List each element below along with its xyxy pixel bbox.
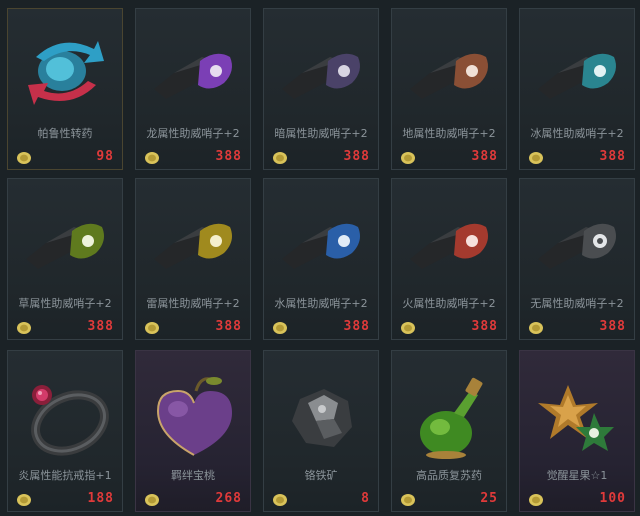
item-name: 地属性助威哨子+2 bbox=[402, 127, 496, 140]
item-name: 帕鲁性转药 bbox=[37, 127, 93, 140]
item-price: 388 bbox=[599, 149, 626, 164]
electric-whistle-icon bbox=[154, 223, 232, 269]
item-price: 188 bbox=[87, 491, 114, 506]
item-price: 100 bbox=[599, 491, 626, 506]
item-price: 98 bbox=[96, 149, 114, 164]
item-name: 觉醒星果☆1 bbox=[546, 469, 608, 482]
bond-peach-icon bbox=[156, 377, 232, 456]
gold-coin-icon bbox=[145, 152, 159, 164]
neutral-whistle-icon bbox=[538, 223, 616, 269]
gold-coin-icon bbox=[273, 152, 287, 164]
shop-item-dragon-whistle[interactable]: 龙属性助威哨子+2 388 bbox=[135, 8, 251, 170]
dragon-whistle-icon bbox=[154, 53, 232, 99]
gold-coin-icon bbox=[529, 494, 543, 506]
item-price: 25 bbox=[480, 491, 498, 506]
gold-coin-icon bbox=[273, 322, 287, 334]
shop-item-gender-swap-potion[interactable]: 帕鲁性转药 98 bbox=[7, 8, 123, 170]
shop-item-electric-whistle[interactable]: 雷属性助威哨子+2 388 bbox=[135, 178, 251, 340]
item-price: 388 bbox=[343, 149, 370, 164]
gold-coin-icon bbox=[273, 494, 287, 506]
item-name: 冰属性助威哨子+2 bbox=[530, 127, 624, 140]
fire-resistance-ring-icon bbox=[31, 385, 109, 456]
shop-item-revival-potion[interactable]: 高品质复苏药 25 bbox=[391, 350, 507, 512]
dark-whistle-icon bbox=[282, 53, 360, 99]
item-price: 388 bbox=[471, 149, 498, 164]
shop-item-bond-peach[interactable]: 羁绊宝桃 268 bbox=[135, 350, 251, 512]
item-name: 雷属性助威哨子+2 bbox=[146, 297, 240, 310]
ice-whistle-icon bbox=[538, 53, 616, 99]
gold-coin-icon bbox=[17, 494, 31, 506]
gold-coin-icon bbox=[529, 152, 543, 164]
shop-item-ice-whistle[interactable]: 冰属性助威哨子+2 388 bbox=[519, 8, 635, 170]
gold-coin-icon bbox=[145, 494, 159, 506]
shop-item-neutral-whistle[interactable]: 无属性助威哨子+2 388 bbox=[519, 178, 635, 340]
gender-swap-potion-icon bbox=[28, 41, 104, 105]
shop-grid: 帕鲁性转药 98 龙属性助威哨子+2 388 暗属性助威哨子+2 388 地属性… bbox=[0, 0, 640, 516]
shop-item-fire-resistance-ring[interactable]: 炎属性能抗戒指+1 188 bbox=[7, 350, 123, 512]
grass-whistle-icon bbox=[26, 223, 104, 269]
item-name: 无属性助威哨子+2 bbox=[530, 297, 624, 310]
item-name: 草属性助威哨子+2 bbox=[18, 297, 112, 310]
fire-whistle-icon bbox=[410, 223, 488, 269]
shop-item-chromite-ore[interactable]: 铬铁矿 8 bbox=[263, 350, 379, 512]
item-price: 388 bbox=[215, 149, 242, 164]
item-price: 268 bbox=[215, 491, 242, 506]
item-name: 火属性助威哨子+2 bbox=[402, 297, 496, 310]
gold-coin-icon bbox=[529, 322, 543, 334]
water-whistle-icon bbox=[282, 223, 360, 269]
awakening-star-fruit-icon bbox=[538, 385, 614, 451]
item-price: 388 bbox=[471, 319, 498, 334]
gold-coin-icon bbox=[401, 322, 415, 334]
item-price: 388 bbox=[599, 319, 626, 334]
gold-coin-icon bbox=[145, 322, 159, 334]
item-price: 388 bbox=[215, 319, 242, 334]
ground-whistle-icon bbox=[410, 53, 488, 99]
gold-coin-icon bbox=[17, 152, 31, 164]
item-name: 暗属性助威哨子+2 bbox=[274, 127, 368, 140]
gold-coin-icon bbox=[401, 494, 415, 506]
shop-item-grass-whistle[interactable]: 草属性助威哨子+2 388 bbox=[7, 178, 123, 340]
item-price: 388 bbox=[87, 319, 114, 334]
shop-item-awakening-star-fruit[interactable]: 觉醒星果☆1 100 bbox=[519, 350, 635, 512]
revival-potion-icon bbox=[420, 377, 483, 459]
chromite-ore-icon bbox=[292, 389, 352, 447]
item-price: 8 bbox=[361, 491, 370, 506]
item-name: 羁绊宝桃 bbox=[171, 469, 215, 482]
gold-coin-icon bbox=[17, 322, 31, 334]
item-name: 炎属性能抗戒指+1 bbox=[18, 469, 112, 482]
gold-coin-icon bbox=[401, 152, 415, 164]
shop-item-water-whistle[interactable]: 水属性助威哨子+2 388 bbox=[263, 178, 379, 340]
shop-item-dark-whistle[interactable]: 暗属性助威哨子+2 388 bbox=[263, 8, 379, 170]
shop-item-fire-whistle[interactable]: 火属性助威哨子+2 388 bbox=[391, 178, 507, 340]
shop-item-ground-whistle[interactable]: 地属性助威哨子+2 388 bbox=[391, 8, 507, 170]
item-name: 水属性助威哨子+2 bbox=[274, 297, 368, 310]
item-name: 龙属性助威哨子+2 bbox=[146, 127, 240, 140]
item-price: 388 bbox=[343, 319, 370, 334]
item-name: 高品质复苏药 bbox=[416, 469, 482, 482]
item-name: 铬铁矿 bbox=[304, 469, 338, 482]
